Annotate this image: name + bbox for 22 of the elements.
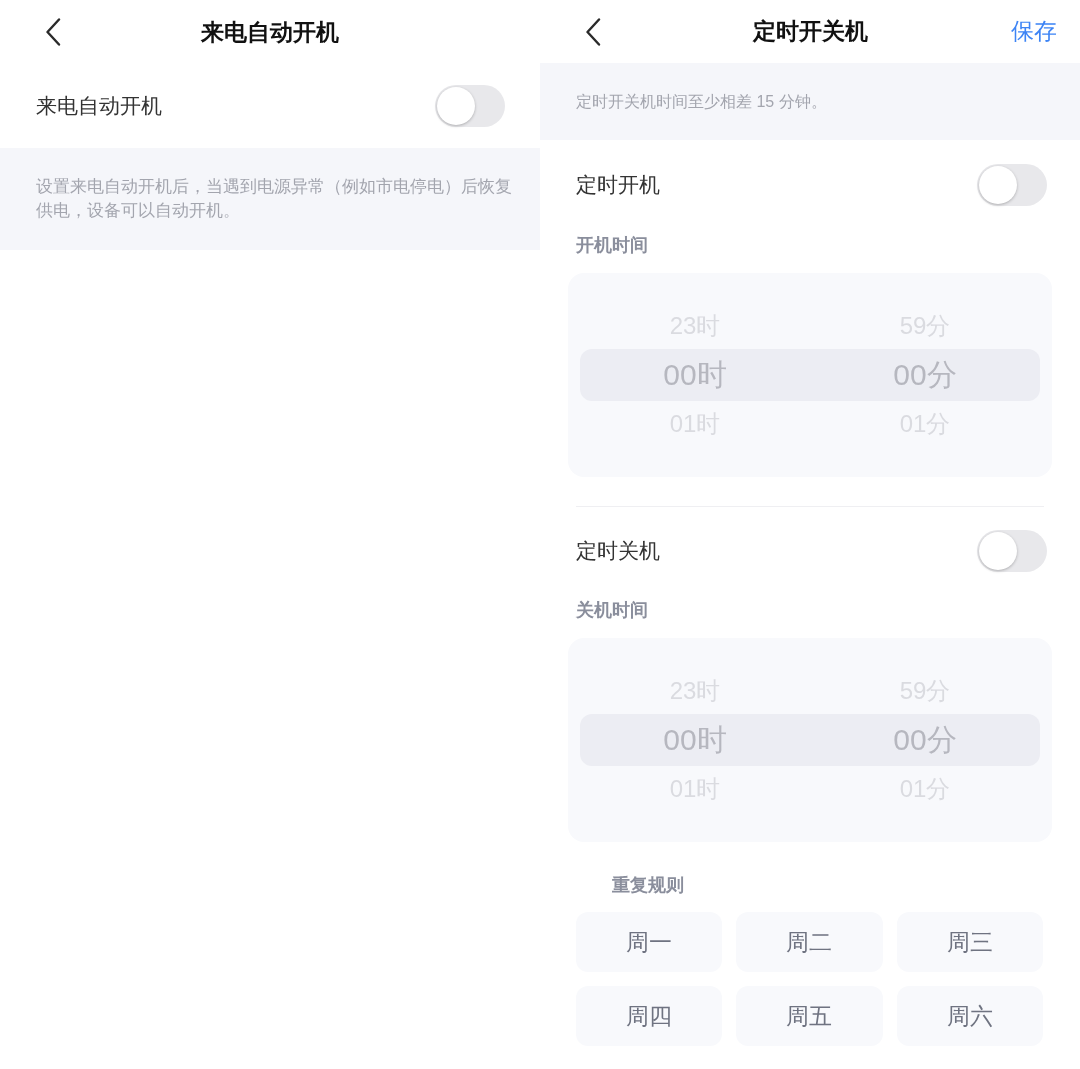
weekday-chip[interactable]: 周六 <box>896 986 1043 1046</box>
section-label: 开机时间 <box>576 233 648 257</box>
back-icon[interactable] <box>45 18 61 46</box>
weekday-chip[interactable]: 周一 <box>576 912 723 972</box>
setting-label: 定时关机 <box>576 538 660 565</box>
setting-label: 来电自动开机 <box>36 93 162 120</box>
weekday-chip[interactable]: 周五 <box>736 986 883 1046</box>
toggle-switch[interactable] <box>977 164 1047 206</box>
info-text: 定时开关机时间至少相差 15 分钟。 <box>576 91 827 112</box>
weekday-chip[interactable]: 周二 <box>736 912 883 972</box>
page-title: 来电自动开机 <box>201 17 339 47</box>
save-button[interactable]: 保存 <box>1011 14 1057 49</box>
section-label: 重复规则 <box>612 873 684 897</box>
toggle-switch[interactable] <box>977 530 1047 572</box>
toggle-switch[interactable] <box>435 85 505 127</box>
page-title: 定时开关机 <box>752 17 868 47</box>
weekday-chip[interactable]: 周四 <box>576 986 723 1046</box>
back-icon[interactable] <box>585 17 601 46</box>
setting-label: 定时开机 <box>576 172 660 199</box>
section-label: 关机时间 <box>576 598 648 622</box>
info-text: 设置来电自动开机后，当遇到电源异常（例如市电停电）后恢复供电，设备可以自动开机。 <box>36 176 512 222</box>
weekday-chip[interactable]: 周三 <box>896 912 1043 972</box>
